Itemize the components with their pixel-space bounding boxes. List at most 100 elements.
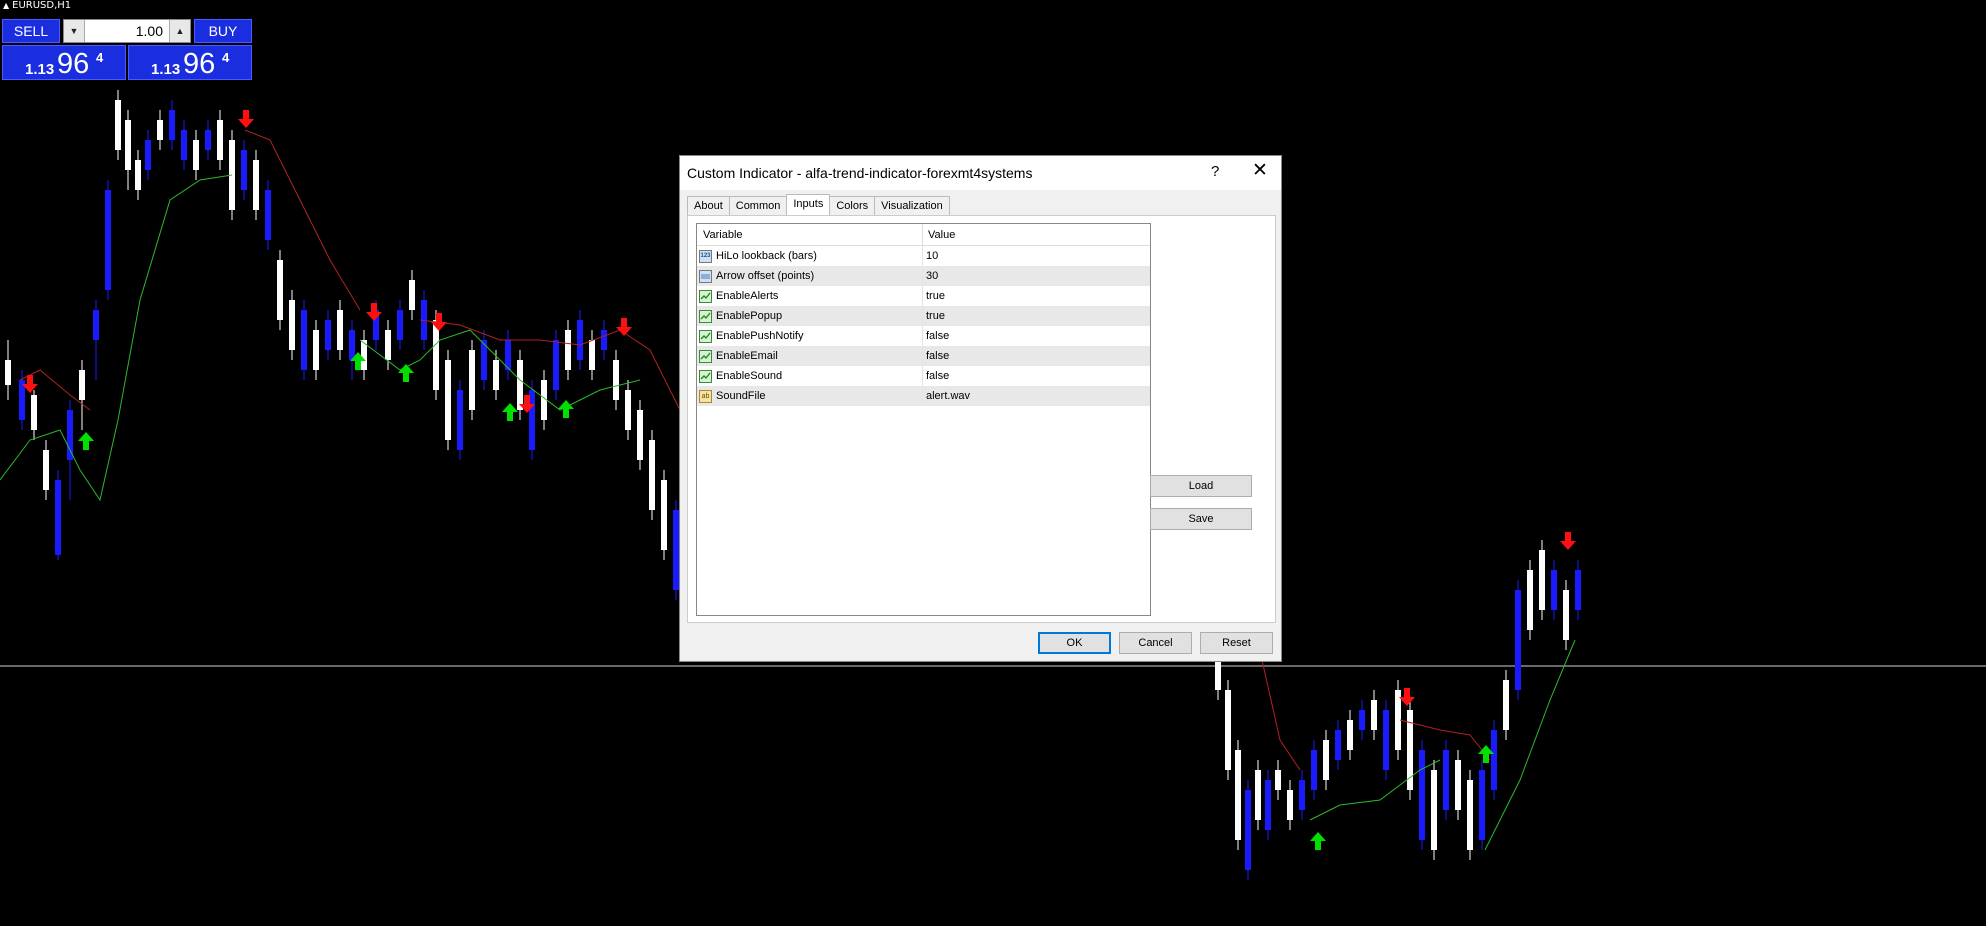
- candle-body: [1491, 730, 1497, 790]
- variable-name: EnableSound: [716, 370, 783, 382]
- candle-body: [93, 310, 99, 340]
- table-row[interactable]: 123 HiLo lookback (bars) 10: [697, 246, 1150, 266]
- dialog-titlebar: Custom Indicator - alfa-trend-indicator-…: [680, 156, 1281, 190]
- lot-value[interactable]: 1.00: [85, 23, 169, 39]
- tab-common[interactable]: Common: [728, 196, 788, 216]
- candle-body: [553, 340, 559, 390]
- candle-body: [1311, 750, 1317, 790]
- inputs-table: Variable Value 123 HiLo lookback (bars) 10…: [696, 223, 1151, 616]
- table-row[interactable]: Arrow offset (points) 30: [697, 266, 1150, 286]
- value-cell[interactable]: false: [923, 350, 949, 362]
- tab-inputs[interactable]: Inputs: [786, 194, 831, 216]
- candle-body: [79, 370, 85, 400]
- ask-price[interactable]: 1.13 96 4: [128, 45, 252, 80]
- candle-body: [409, 280, 415, 310]
- candle-body: [115, 100, 121, 150]
- variable-name: SoundFile: [716, 390, 766, 402]
- arrow-up-icon: [1310, 832, 1326, 850]
- custom-indicator-dialog: Custom Indicator - alfa-trend-indicator-…: [679, 155, 1282, 662]
- lot-increase-icon[interactable]: ▲: [169, 20, 190, 42]
- lot-size-field[interactable]: ▼ 1.00 ▲: [63, 19, 191, 43]
- candle-body: [241, 150, 247, 190]
- value-cell[interactable]: true: [923, 310, 945, 322]
- triangle-icon: ▲: [3, 1, 10, 10]
- table-row[interactable]: EnablePushNotify false: [697, 326, 1150, 346]
- candle-body: [1443, 750, 1449, 810]
- table-header: Variable Value: [697, 224, 1150, 246]
- variable-cell: ab SoundFile: [697, 386, 923, 406]
- inputs-panel: Variable Value 123 HiLo lookback (bars) 10…: [687, 215, 1276, 623]
- value-cell[interactable]: alert.wav: [923, 390, 970, 402]
- tab-colors[interactable]: Colors: [829, 196, 876, 216]
- bid-price[interactable]: 1.13 96 4: [2, 45, 126, 80]
- candle-body: [601, 330, 607, 350]
- variable-cell: EnableEmail: [697, 346, 923, 366]
- reset-button[interactable]: Reset: [1200, 632, 1273, 654]
- candle-body: [625, 390, 631, 430]
- candle-body: [1527, 570, 1533, 630]
- candle-body: [253, 160, 259, 210]
- string-type-icon: ab: [699, 389, 712, 403]
- table-row[interactable]: EnableEmail false: [697, 346, 1150, 366]
- bid-price-pip: 4: [96, 50, 104, 65]
- value-cell[interactable]: false: [923, 370, 949, 382]
- candle-body: [1467, 780, 1473, 850]
- boolean-type-icon: [699, 309, 712, 323]
- candle-body: [1551, 570, 1557, 610]
- ask-price-main: 96: [183, 48, 216, 80]
- arrow-up-icon: [558, 400, 574, 418]
- candle-body: [1235, 750, 1241, 840]
- candle-body: [1299, 780, 1305, 810]
- boolean-type-icon: [699, 369, 712, 383]
- load-button[interactable]: Load: [1150, 475, 1252, 497]
- column-header-value[interactable]: Value: [923, 229, 955, 241]
- variable-name: EnablePopup: [716, 310, 783, 322]
- candle-body: [1431, 770, 1437, 850]
- value-cell[interactable]: 10: [923, 250, 938, 262]
- boolean-type-icon: [699, 349, 712, 363]
- ok-button[interactable]: OK: [1038, 632, 1111, 654]
- lot-decrease-icon[interactable]: ▼: [64, 20, 85, 42]
- candle-body: [125, 120, 131, 170]
- buy-button[interactable]: BUY: [194, 19, 252, 43]
- candle-body: [565, 330, 571, 370]
- table-row[interactable]: ab SoundFile alert.wav: [697, 386, 1150, 406]
- ask-price-prefix: 1.13: [151, 61, 181, 78]
- value-cell[interactable]: true: [923, 290, 945, 302]
- table-row[interactable]: EnablePopup true: [697, 306, 1150, 326]
- candle-body: [649, 440, 655, 510]
- column-header-variable[interactable]: Variable: [697, 224, 923, 245]
- variable-cell: EnablePopup: [697, 306, 923, 326]
- candle-body: [1335, 730, 1341, 760]
- candle-body: [385, 330, 391, 360]
- value-cell[interactable]: false: [923, 330, 949, 342]
- tab-about[interactable]: About: [687, 196, 730, 216]
- candle-body: [145, 140, 151, 170]
- candle-body: [5, 360, 11, 385]
- candle-body: [43, 450, 49, 490]
- table-row[interactable]: EnableAlerts true: [697, 286, 1150, 306]
- number-type-icon: [699, 269, 712, 283]
- tab-visualization[interactable]: Visualization: [874, 196, 950, 216]
- candle-body: [289, 300, 295, 350]
- trend-line-up: [1484, 639, 1576, 851]
- cancel-button[interactable]: Cancel: [1119, 632, 1192, 654]
- variable-cell: EnableSound: [697, 366, 923, 386]
- save-button[interactable]: Save: [1150, 508, 1252, 530]
- candle-body: [1539, 550, 1545, 610]
- sell-button[interactable]: SELL: [2, 19, 60, 43]
- close-icon[interactable]: ✕: [1252, 159, 1268, 182]
- ask-price-pip: 4: [222, 50, 230, 65]
- trend-line-down: [244, 129, 361, 311]
- chart-symbol-title: ▲ EURUSD,H1: [3, 0, 72, 11]
- candle-body: [313, 330, 319, 370]
- help-icon[interactable]: ?: [1211, 163, 1219, 180]
- table-row[interactable]: EnableSound false: [697, 366, 1150, 386]
- candle-body: [55, 480, 61, 555]
- candle-body: [1359, 710, 1365, 730]
- candle-body: [135, 160, 141, 190]
- candle-body: [1383, 710, 1389, 770]
- candle-body: [1515, 590, 1521, 690]
- value-cell[interactable]: 30: [923, 270, 938, 282]
- candle-body: [1575, 570, 1581, 610]
